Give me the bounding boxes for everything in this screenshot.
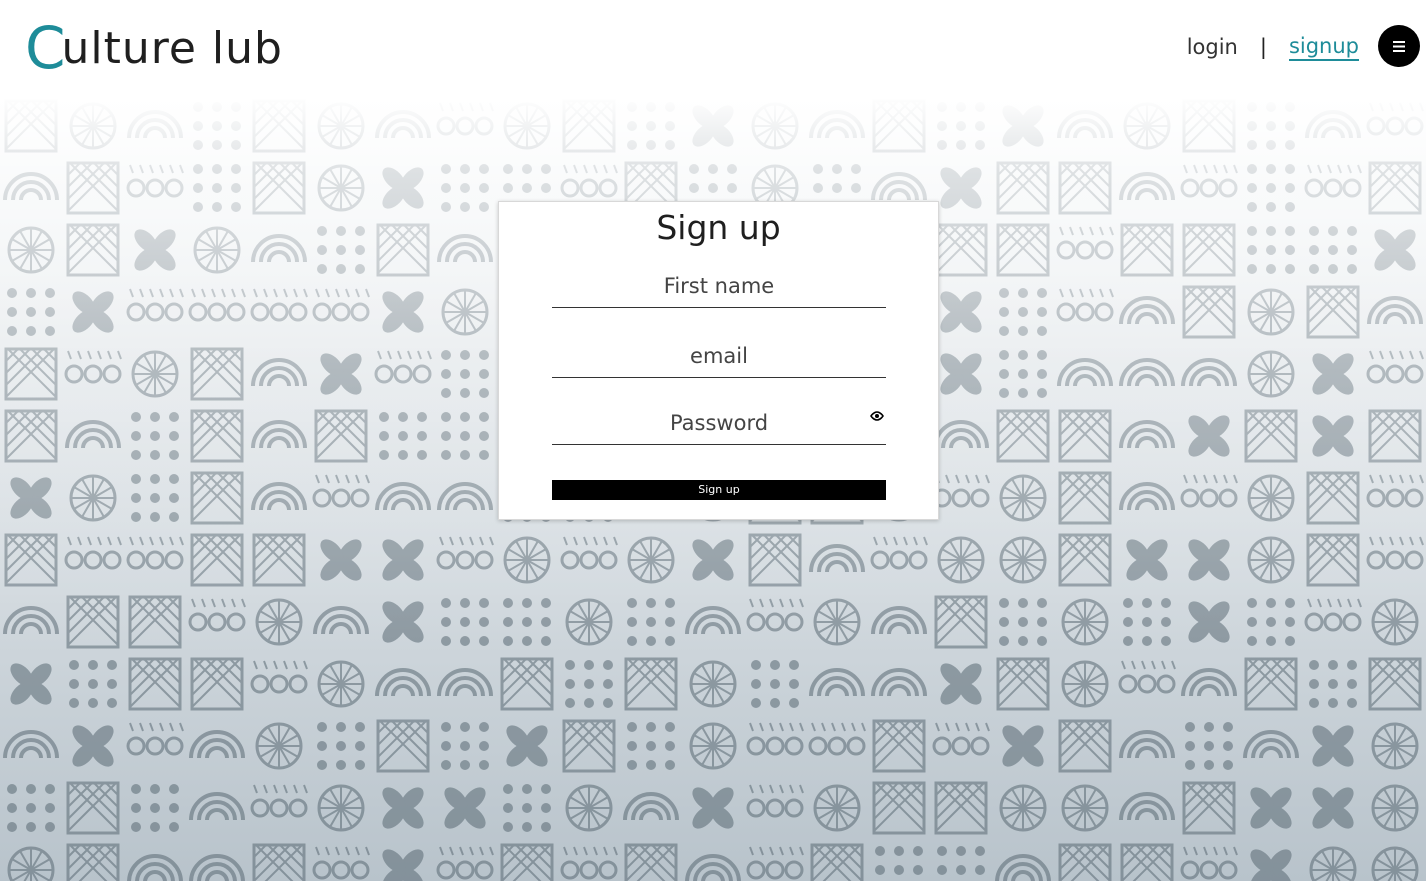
signup-link[interactable]: signup — [1288, 34, 1359, 61]
hamburger-icon — [1393, 40, 1405, 52]
eye-icon[interactable] — [870, 411, 884, 421]
signup-submit-button[interactable]: Sign up — [552, 480, 886, 500]
first-name-input[interactable] — [552, 267, 886, 305]
login-link[interactable]: login — [1187, 35, 1238, 59]
nav-separator: | — [1259, 35, 1267, 59]
logo-wordmark: ulture lub — [61, 23, 283, 74]
first-name-field-wrapper — [552, 267, 886, 308]
password-field-wrapper — [552, 404, 886, 445]
page: C ulture lub login | signup Sign up Firs… — [0, 0, 1426, 881]
password-input[interactable] — [552, 404, 886, 442]
logo-initial: C — [25, 14, 65, 82]
auth-nav: login | signup — [1187, 30, 1359, 64]
form-title: Sign up — [656, 208, 781, 247]
top-header: C ulture lub login | signup — [0, 0, 1426, 95]
email-input[interactable] — [552, 337, 886, 375]
email-field-wrapper — [552, 337, 886, 378]
site-logo[interactable]: C ulture lub — [25, 14, 283, 82]
signup-card: Sign up Sign up — [498, 201, 939, 520]
menu-button[interactable] — [1378, 25, 1420, 67]
